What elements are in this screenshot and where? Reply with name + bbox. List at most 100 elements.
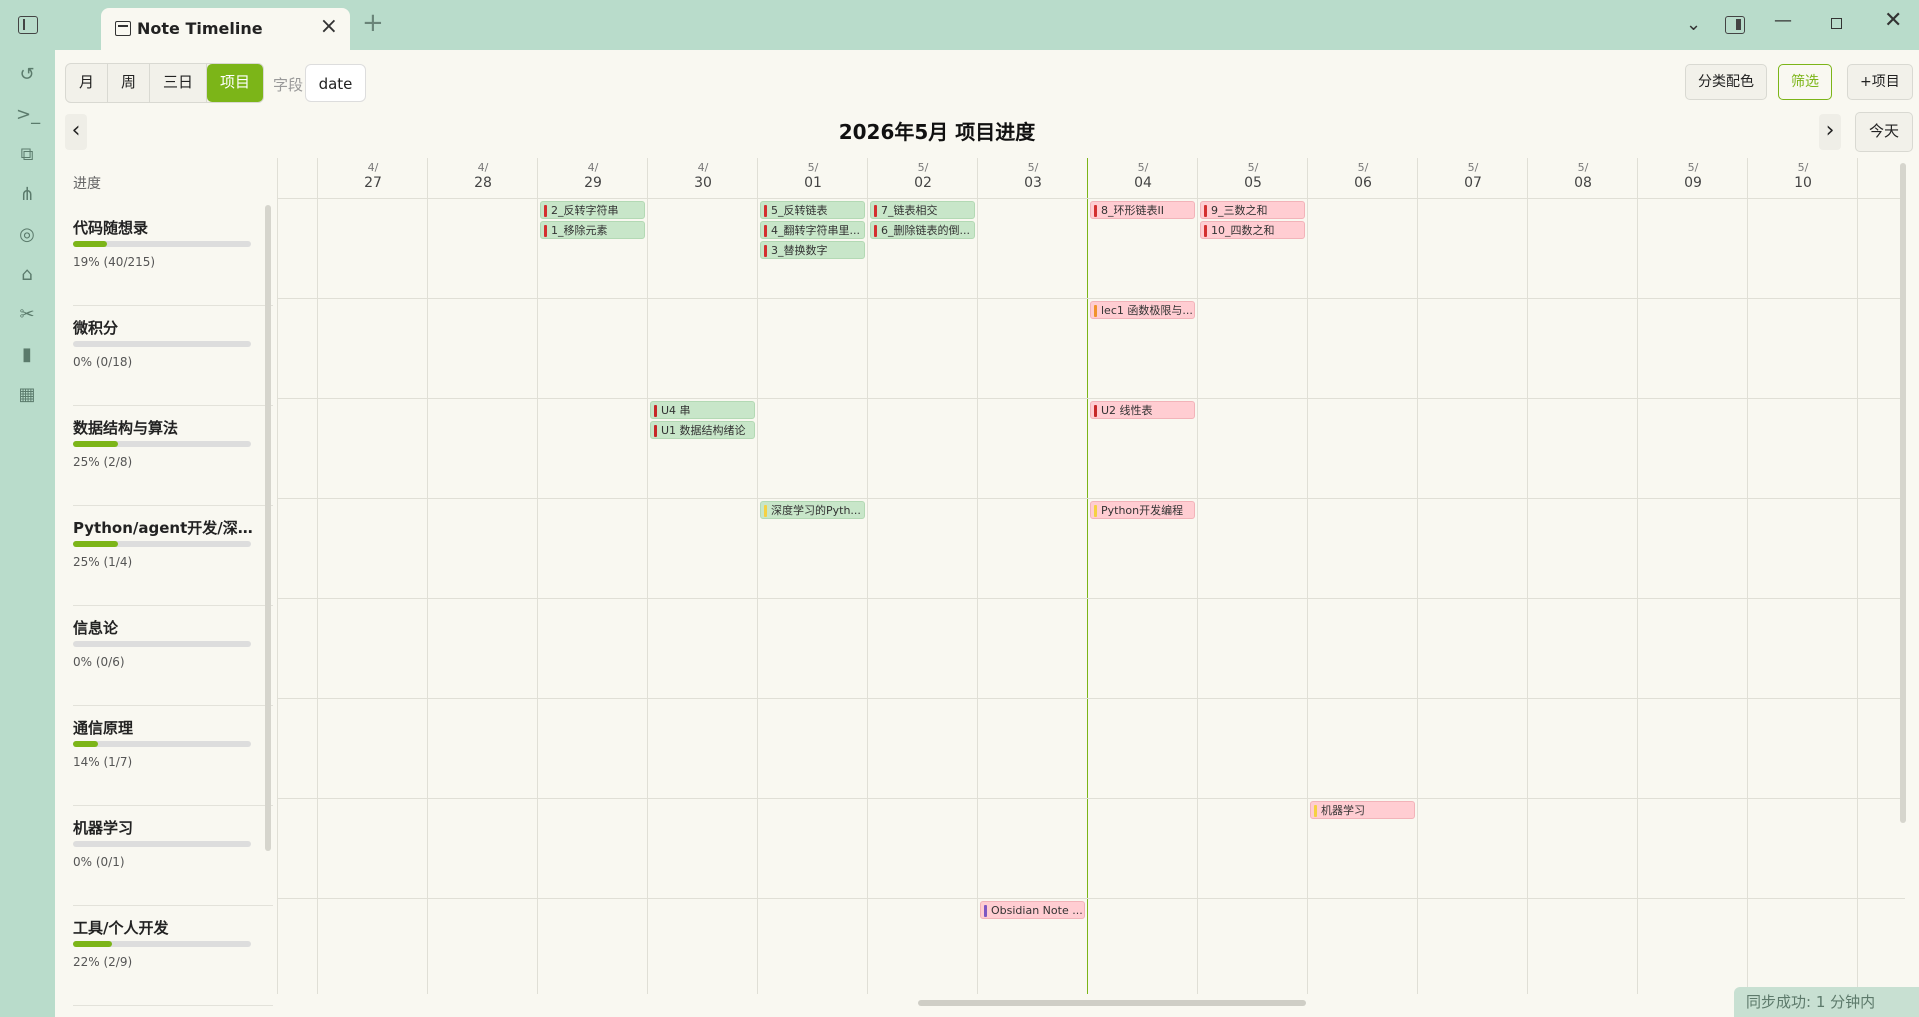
compass-icon[interactable]: ◎ — [16, 224, 38, 246]
date-month: 5/ — [1137, 161, 1149, 174]
right-sidebar-toggle-icon[interactable] — [1725, 16, 1745, 34]
project-timeline-grid: 进度 代码随想录 19% (40/215) 微积分 0% (0/18) 数据结构与算法 2… — [65, 158, 1905, 1006]
date-column[interactable]: 5/05 — [1197, 158, 1308, 994]
date-column-end — [1857, 158, 1905, 994]
row-divider — [277, 898, 1905, 899]
progress-bar-fill — [73, 541, 118, 547]
date-column[interactable]: 5/06 — [1307, 158, 1418, 994]
project-row[interactable]: 信息论 0% (0/6) — [73, 605, 273, 706]
date-month: 5/ — [1357, 161, 1369, 174]
date-column[interactable]: 5/01 — [757, 158, 868, 994]
progress-pane-scrollbar[interactable] — [265, 205, 271, 851]
progress-pane: 进度 代码随想录 19% (40/215) 微积分 0% (0/18) 数据结构与算法 2… — [65, 158, 273, 1006]
view-month-button[interactable]: 月 — [66, 64, 109, 102]
vertical-scrollbar[interactable] — [1900, 163, 1906, 823]
timeline-event[interactable]: 4_翻转字符串里... — [760, 221, 865, 239]
project-row[interactable]: 通信原理 14% (1/7) — [73, 705, 273, 806]
progress-bar-fill — [73, 241, 107, 247]
timeline-event[interactable]: 5_反转链表 — [760, 201, 865, 219]
date-day: 10 — [1794, 175, 1812, 191]
project-row[interactable]: 机器学习 0% (0/1) — [73, 805, 273, 906]
new-tab-button[interactable]: + — [362, 10, 384, 36]
timeline-event[interactable]: 3_替换数字 — [760, 241, 865, 259]
date-month: 5/ — [1467, 161, 1479, 174]
timeline-event[interactable]: Python开发编程 — [1090, 501, 1195, 519]
date-month: 5/ — [807, 161, 819, 174]
color-by-category-button[interactable]: 分类配色 — [1685, 64, 1767, 100]
add-project-button[interactable]: +项目 — [1847, 64, 1913, 100]
view-week-button[interactable]: 周 — [108, 64, 151, 102]
timeline-event[interactable]: U4 串 — [650, 401, 755, 419]
timeline-event[interactable]: U2 线性表 — [1090, 401, 1195, 419]
project-row[interactable]: 微积分 0% (0/18) — [73, 305, 273, 406]
date-column[interactable]: 5/02 — [867, 158, 978, 994]
timeline-event[interactable]: 机器学习 — [1310, 801, 1415, 819]
book-icon[interactable]: ▮ — [16, 344, 38, 366]
copy-icon[interactable]: ⧉ — [16, 144, 38, 166]
date-column[interactable]: 5/10 — [1747, 158, 1858, 994]
date-column[interactable]: 5/07 — [1417, 158, 1528, 994]
date-day: 01 — [804, 175, 822, 191]
row-divider — [277, 498, 1905, 499]
date-month: 4/ — [477, 161, 489, 174]
sidebar-toggle-icon[interactable] — [18, 16, 38, 34]
timeline-event[interactable]: 6_删除链表的倒... — [870, 221, 975, 239]
filter-button[interactable]: 筛选 — [1778, 64, 1832, 100]
date-day: 05 — [1244, 175, 1262, 191]
progress-bar — [73, 541, 251, 547]
field-input[interactable]: date — [305, 64, 366, 102]
timeline-event[interactable]: 8_环形链表II — [1090, 201, 1195, 219]
progress-text: 0% (0/1) — [73, 855, 125, 869]
timeline-event[interactable]: U1 数据结构绪论 — [650, 421, 755, 439]
date-column[interactable]: 5/04 — [1087, 158, 1198, 994]
timeline-event[interactable]: 9_三数之和 — [1200, 201, 1305, 219]
calendar-ribbon-icon[interactable]: ▦ — [16, 384, 38, 406]
field-label: 字段 — [273, 76, 304, 94]
timeline-event[interactable]: lec1 函数极限与... — [1090, 301, 1195, 319]
tab-note-timeline[interactable]: Note Timeline × — [101, 8, 350, 50]
progress-text: 0% (0/18) — [73, 355, 133, 369]
project-name: 代码随想录 — [73, 219, 149, 237]
next-button[interactable]: › — [1819, 114, 1841, 150]
progress-bar — [73, 641, 251, 647]
view-three-day-button[interactable]: 三日 — [150, 64, 208, 102]
date-column[interactable]: 4/29 — [537, 158, 648, 994]
tools-icon[interactable]: ✂ — [16, 304, 38, 326]
date-column[interactable]: 5/03 — [977, 158, 1088, 994]
terminal-icon[interactable]: >_ — [16, 104, 40, 126]
calendar-icon — [115, 21, 131, 36]
today-button[interactable]: 今天 — [1855, 112, 1913, 152]
date-column[interactable]: 4/30 — [647, 158, 758, 994]
timeline-event[interactable]: 10_四数之和 — [1200, 221, 1305, 239]
view-project-button[interactable]: 项目 — [207, 64, 264, 102]
row-divider — [277, 698, 1905, 699]
project-row[interactable]: 代码随想录 19% (40/215) — [73, 205, 273, 306]
view-switcher: 月 周 三日 项目 — [65, 63, 265, 103]
project-row[interactable]: 工具/个人开发 22% (2/9) — [73, 905, 273, 1006]
timeline-event[interactable]: 2_反转字符串 — [540, 201, 645, 219]
timeline-event[interactable]: Obsidian Note ... — [980, 901, 1085, 919]
tab-list-chevron-icon[interactable]: ⌄ — [1686, 14, 1701, 35]
close-tab-icon[interactable]: × — [320, 16, 338, 38]
timeline-event[interactable]: 7_链表相交 — [870, 201, 975, 219]
row-divider — [277, 598, 1905, 599]
date-column[interactable]: 5/09 — [1637, 158, 1748, 994]
title-bar: Note Timeline × + ⌄ — ✕ — [0, 0, 1919, 50]
timeline-event[interactable]: 1_移除元素 — [540, 221, 645, 239]
graph-icon[interactable]: ⋔ — [16, 184, 38, 206]
date-column[interactable]: 4/28 — [427, 158, 538, 994]
date-column[interactable]: 5/08 — [1527, 158, 1638, 994]
horizontal-scrollbar[interactable] — [918, 1000, 1306, 1006]
project-row[interactable]: Python/agent开发/深度... 25% (1/4) — [73, 505, 273, 606]
timeline-event[interactable]: 深度学习的Pyth... — [760, 501, 865, 519]
progress-text: 25% (2/8) — [73, 455, 133, 469]
project-row[interactable]: 数据结构与算法 25% (2/8) — [73, 405, 273, 506]
date-day: 04 — [1134, 175, 1152, 191]
date-month: 5/ — [1797, 161, 1809, 174]
minimize-icon[interactable]: — — [1774, 10, 1792, 31]
restore-icon[interactable] — [1831, 18, 1842, 29]
home-icon[interactable]: ⌂ — [16, 264, 38, 286]
date-day: 29 — [584, 175, 602, 191]
close-window-icon[interactable]: ✕ — [1884, 8, 1902, 33]
history-icon[interactable]: ↺ — [16, 64, 38, 86]
